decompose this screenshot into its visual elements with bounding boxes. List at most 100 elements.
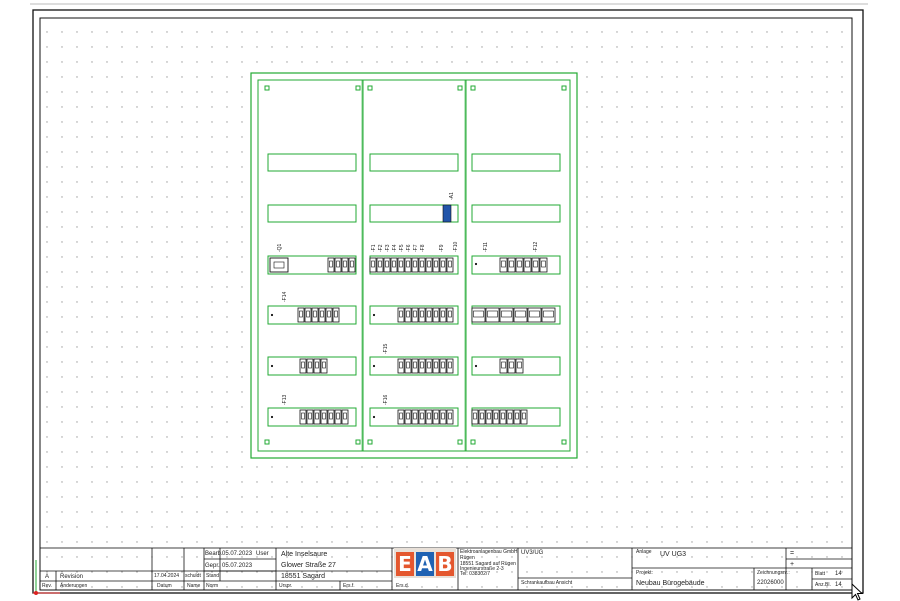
label-f1: -F1 (371, 244, 377, 253)
circuit-breaker (411, 409, 419, 425)
terminal-dot (474, 364, 478, 368)
anzahl-label: Anz.Bl. (815, 582, 831, 588)
terminal-dot (372, 364, 376, 368)
urspr-label: Urspr. (279, 583, 293, 589)
circuit-breaker (334, 257, 342, 273)
circuit-breaker (446, 409, 454, 425)
circuit-breaker (539, 257, 548, 273)
circuit-breaker (499, 358, 508, 374)
terminal-dot (270, 364, 274, 368)
label-f16: -F16 (383, 394, 389, 405)
address-line-3: 18551 Sagard (281, 573, 325, 580)
circuit-breaker (318, 307, 326, 323)
circuit-breaker (411, 358, 419, 374)
circuit-breaker (499, 257, 508, 273)
label-f15: -F15 (383, 343, 389, 354)
circuit-breaker (397, 409, 405, 425)
circuit-breaker (471, 409, 479, 425)
circuit-breaker (425, 358, 433, 374)
circuit-breaker (513, 307, 528, 323)
name-label: Name (187, 583, 201, 589)
circuit-breaker (418, 257, 426, 273)
circuit-breaker (478, 409, 486, 425)
label-f3: -F3 (385, 244, 391, 253)
circuit-breaker (397, 307, 405, 323)
stand-label: Stand (206, 573, 220, 579)
circuit-breaker (311, 307, 319, 323)
circuit-breaker (320, 358, 328, 374)
origin-marker (34, 591, 38, 595)
schrank-label: Schrankaufbau Ansicht (521, 580, 573, 586)
drawing-sheet[interactable] (0, 0, 900, 600)
revision-user: schuldt (185, 573, 201, 579)
circuit-breaker (334, 409, 342, 425)
circuit-breaker (313, 358, 321, 374)
circuit-breaker (471, 307, 486, 323)
circuit-breaker (313, 409, 321, 425)
circuit-breaker (418, 409, 426, 425)
bearb-user: User (256, 551, 269, 557)
circuit-breaker (327, 257, 335, 273)
circuit-breaker (383, 257, 391, 273)
circuit-breaker (515, 358, 524, 374)
bearb-date: 05.07.2023 (222, 551, 253, 557)
circuit-breaker (439, 358, 447, 374)
address-line-1: Alte Inselsaure (281, 551, 328, 558)
main-switch-q1 (269, 257, 289, 273)
circuit-breaker (432, 409, 440, 425)
projekt-label: Projekt: (636, 570, 653, 576)
rev-label: Rev. (42, 583, 52, 589)
circuit-breaker (369, 257, 377, 273)
address-line-2: Glower Straße 27 (281, 562, 336, 569)
label-f11: -F11 (483, 242, 489, 252)
projekt-value: Neubau Bürogebäude (636, 580, 705, 587)
circuit-breaker (425, 307, 433, 323)
datum-label: Datum (157, 583, 172, 589)
revision-letter: A (45, 574, 50, 580)
label-f7: -F7 (413, 244, 419, 253)
label-f6: -F6 (406, 244, 412, 253)
circuit-breaker (507, 257, 516, 273)
circuit-breaker (404, 257, 412, 273)
circuit-breaker (411, 307, 419, 323)
circuit-breaker (418, 358, 426, 374)
circuit-breaker (439, 409, 447, 425)
circuit-breaker (499, 409, 507, 425)
circuit-breaker (376, 257, 384, 273)
anlage-label: Anlage (636, 549, 652, 555)
anlage-value: UV UG3 (660, 551, 687, 558)
terminal-dot (270, 313, 274, 317)
circuit-breaker (515, 257, 524, 273)
doc-code: UV3/UG (521, 550, 544, 556)
circuit-breaker (446, 257, 454, 273)
eq-sign: = (790, 550, 795, 557)
circuit-breaker (499, 307, 514, 323)
circuit-breaker (531, 257, 540, 273)
circuit-breaker (306, 409, 314, 425)
circuit-breaker (520, 409, 528, 425)
label-a1: -A1 (449, 192, 455, 200)
gepr-date: 05.07.2023 (222, 563, 253, 569)
circuit-breaker (325, 307, 333, 323)
label-f10: -F10 (453, 241, 459, 252)
label-f2: -F2 (378, 244, 384, 253)
circuit-breaker (404, 307, 412, 323)
norm-label: Norm (206, 583, 219, 589)
label-f13: -F13 (282, 394, 288, 405)
cabinet-drawing[interactable] (250, 72, 578, 459)
circuit-breaker (397, 257, 405, 273)
circuit-breaker (304, 307, 312, 323)
circuit-breaker (432, 307, 440, 323)
zeichnung-value: 22026000 (757, 580, 784, 586)
circuit-breaker (348, 257, 356, 273)
revision-label: Revision (60, 574, 84, 580)
circuit-breaker (425, 409, 433, 425)
bearb-label: Bearb. (205, 551, 223, 557)
company-logo: E A B (394, 548, 456, 578)
circuit-breaker (404, 358, 412, 374)
circuit-breaker (446, 358, 454, 374)
terminal-dot (270, 415, 274, 419)
circuit-breaker (299, 409, 307, 425)
circuit-breaker (507, 358, 516, 374)
circuit-breaker (523, 257, 532, 273)
